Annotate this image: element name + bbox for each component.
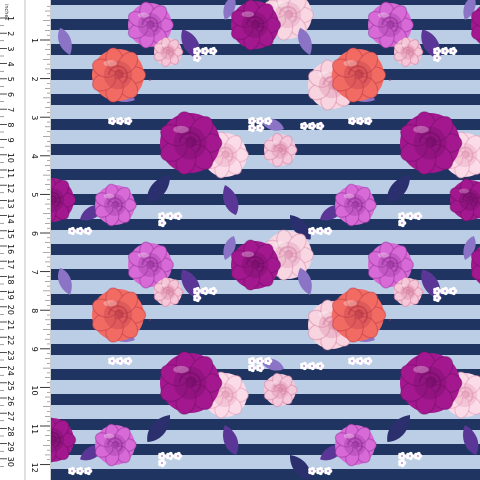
cm-label: 19: [6, 290, 15, 300]
navy-stripe: [0, 319, 480, 330]
ruler-unit-label: inches: [3, 4, 9, 21]
cm-label: 29: [6, 442, 15, 452]
white-blossom-cluster: [348, 116, 373, 126]
cm-label: 16: [6, 244, 15, 254]
white-blossom-cluster: [300, 361, 325, 371]
navy-stripe: [0, 69, 480, 80]
cm-label: 11: [6, 168, 15, 178]
white-blossom-cluster: [348, 356, 373, 366]
cm-label: 8: [6, 122, 15, 127]
cm-label: 4: [6, 62, 15, 67]
cm-label: 24: [6, 366, 15, 376]
cm-label: 23: [6, 350, 15, 360]
inch-label: 1: [30, 38, 39, 43]
inch-label: 9: [30, 347, 39, 352]
cm-label: 17: [6, 259, 15, 269]
cm-label: 13: [6, 198, 15, 208]
white-blossom-cluster: [308, 466, 333, 476]
cm-label: 20: [6, 305, 15, 315]
cm-label: 14: [6, 214, 15, 224]
inch-label: 8: [30, 308, 39, 313]
inch-label: 5: [30, 192, 39, 197]
navy-stripe: [0, 344, 480, 355]
cm-label: 3: [6, 46, 15, 51]
inch-label: 7: [30, 270, 39, 275]
white-blossom-cluster: [300, 121, 325, 131]
navy-stripe: [0, 0, 480, 5]
cm-label: 26: [6, 396, 15, 406]
white-blossom-cluster: [108, 116, 133, 126]
cm-label: 5: [6, 77, 15, 82]
cm-label: 9: [6, 138, 15, 143]
inch-label: 3: [30, 115, 39, 120]
cm-label: 21: [6, 320, 15, 330]
ruler-ticks: 1234567891011121314151617181920212223242…: [0, 0, 50, 480]
navy-stripe: [0, 94, 480, 105]
inch-label: 6: [30, 231, 39, 236]
cm-label: 25: [6, 381, 15, 391]
cm-label: 27: [6, 411, 15, 421]
cm-label: 6: [6, 92, 15, 97]
cm-label: 30: [6, 457, 15, 467]
inch-label: 10: [30, 385, 39, 395]
inch-label: 4: [30, 154, 39, 159]
cm-label: 12: [6, 183, 15, 193]
white-blossom-cluster: [68, 466, 93, 476]
cm-label: 2: [6, 31, 15, 36]
inch-label: 12: [30, 463, 39, 473]
white-blossom-cluster: [68, 226, 93, 236]
cm-label: 7: [6, 107, 15, 112]
inch-label: 11: [30, 424, 39, 434]
cm-label: 22: [6, 335, 15, 345]
cm-label: 28: [6, 426, 15, 436]
cm-label: 18: [6, 274, 15, 284]
measurement-ruler: 1 2 3 4 5 6 7 8 9 10 11 12 13 14 15 16 17 18 19 20 21 22 23 24 2…: [0, 0, 51, 480]
inch-label: 2: [30, 77, 39, 82]
cm-label: 15: [6, 229, 15, 239]
fabric-swatch-view: 1 2 3 4 5 6 7 8 9 10 11 12 13 14 15 16 17 18 19 20 21 22 23 24 2…: [0, 0, 480, 480]
cm-label: 10: [6, 153, 15, 163]
white-blossom-cluster: [308, 226, 333, 236]
white-blossom-cluster: [108, 356, 133, 366]
floral-stripe-fabric-pattern: [0, 0, 480, 480]
